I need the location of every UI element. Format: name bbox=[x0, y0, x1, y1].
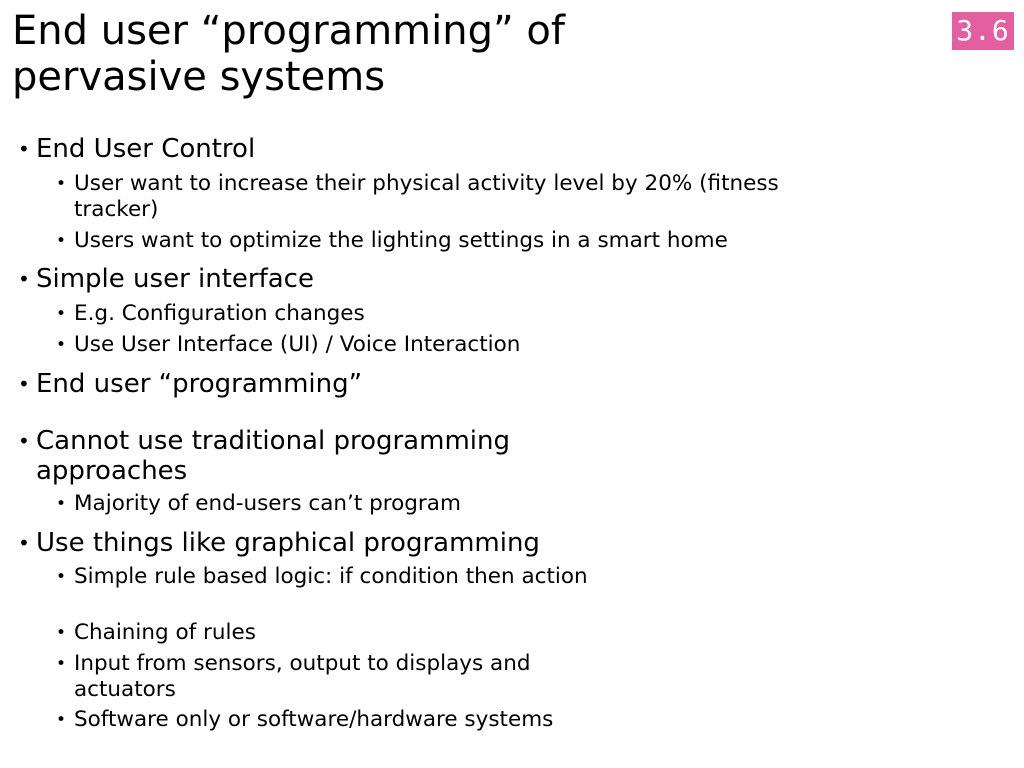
bullet-dot-icon: • bbox=[18, 531, 30, 555]
sub-bullet-item: • Chaining of rules bbox=[56, 620, 816, 646]
bullet-dot-icon: • bbox=[56, 304, 67, 324]
bullet-dot-icon: • bbox=[56, 494, 67, 514]
sub-bullet-item: • Input from sensors, output to displays… bbox=[56, 651, 616, 703]
bullet-item: • Simple user interface bbox=[18, 264, 638, 294]
bullet-dot-icon: • bbox=[18, 372, 30, 396]
sub-bullet-item: • E.g. Configuration changes bbox=[56, 301, 816, 327]
bullet-text: End User Control bbox=[36, 134, 256, 164]
bullet-item: • Cannot use traditional programming app… bbox=[18, 426, 578, 486]
bullet-dot-icon: • bbox=[18, 267, 30, 291]
bullet-dot-icon: • bbox=[56, 654, 67, 674]
bullet-item: • Use things like graphical programming bbox=[18, 528, 638, 558]
bullet-text: Users want to optimize the lighting sett… bbox=[74, 228, 728, 253]
bullet-dot-icon: • bbox=[56, 174, 67, 194]
bullet-text: User want to increase their physical act… bbox=[74, 171, 779, 222]
slide-number-badge: 3.6 bbox=[952, 12, 1014, 50]
bullet-text: Simple user interface bbox=[36, 264, 314, 294]
bullet-item: • End user “programming” bbox=[18, 369, 638, 399]
bullet-text: E.g. Configuration changes bbox=[74, 301, 365, 326]
bullet-item: • End User Control bbox=[18, 134, 638, 164]
bullet-text: End user “programming” bbox=[36, 369, 363, 399]
sub-bullet-item: • Use User Interface (UI) / Voice Intera… bbox=[56, 332, 816, 358]
sub-bullet-item: • User want to increase their physical a… bbox=[56, 171, 796, 223]
bullet-dot-icon: • bbox=[18, 137, 30, 161]
sub-bullet-item: • Majority of end-users can’t program bbox=[56, 491, 816, 517]
bullet-text: Use User Interface (UI) / Voice Interact… bbox=[74, 332, 521, 357]
sub-bullet-item: • Software only or software/hardware sys… bbox=[56, 707, 816, 733]
bullet-text: Simple rule based logic: if condition th… bbox=[74, 564, 588, 589]
bullet-text: Majority of end-users can’t program bbox=[74, 491, 461, 516]
bullet-dot-icon: • bbox=[56, 567, 67, 587]
bullet-text: Use things like graphical programming bbox=[36, 528, 540, 558]
sub-bullet-item: • Simple rule based logic: if condition … bbox=[56, 564, 596, 590]
bullet-dot-icon: • bbox=[56, 710, 67, 730]
bullet-dot-icon: • bbox=[56, 335, 67, 355]
bullet-dot-icon: • bbox=[56, 623, 67, 643]
bullet-text: Input from sensors, output to displays a… bbox=[74, 651, 531, 702]
bullet-text: Software only or software/hardware syste… bbox=[74, 707, 554, 732]
bullet-dot-icon: • bbox=[56, 231, 67, 251]
sub-bullet-item: • Users want to optimize the lighting se… bbox=[56, 228, 816, 254]
bullet-dot-icon: • bbox=[18, 429, 30, 453]
bullet-text: Chaining of rules bbox=[74, 620, 256, 645]
slide-title: End user “programming” of pervasive syst… bbox=[12, 8, 565, 100]
bullet-text: Cannot use traditional programming appro… bbox=[36, 426, 510, 486]
